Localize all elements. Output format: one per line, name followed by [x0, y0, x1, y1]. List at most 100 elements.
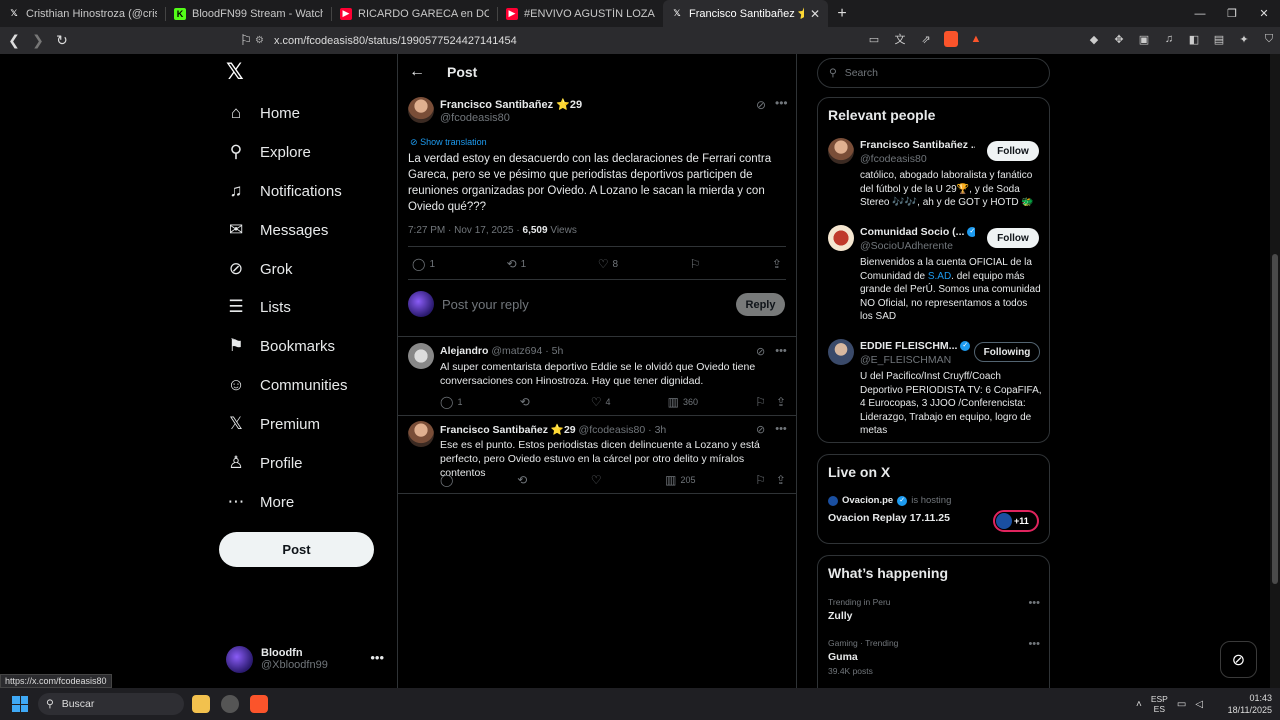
- browser-tab-1[interactable]: 𝕏 Cristhian Hinostroza (@crischasqui) /: [0, 0, 165, 27]
- post-timestamp[interactable]: 7:27 PM · Nov 17, 2025 ·: [408, 225, 523, 236]
- brave-browser-icon[interactable]: [250, 695, 268, 713]
- cast-icon[interactable]: ▭: [866, 31, 882, 47]
- nav-item-more[interactable]: ⋯ More: [226, 489, 295, 515]
- share-icon[interactable]: ⇪: [776, 395, 786, 409]
- bookmark-action[interactable]: ⚐: [690, 257, 701, 271]
- browser-tab-2[interactable]: K BloodFN99 Stream - Watch Live on K: [166, 0, 331, 27]
- nav-item-messages[interactable]: ✉ Messages: [226, 217, 329, 243]
- post-author-handle[interactable]: @fcodeasis80: [440, 112, 510, 124]
- app-icon[interactable]: [221, 695, 239, 713]
- screenshot-icon[interactable]: ▣: [1136, 31, 1152, 47]
- minimize-icon[interactable]: —: [1184, 0, 1216, 27]
- repost-action[interactable]: ⟲ 1: [507, 257, 527, 271]
- more-icon[interactable]: •••: [1028, 638, 1040, 650]
- views-action[interactable]: ▥ 205: [665, 473, 695, 487]
- reply-action[interactable]: ◯: [440, 473, 457, 487]
- live-listeners-badge[interactable]: +11: [993, 510, 1039, 532]
- clock[interactable]: 01:43 18/11/2025: [1222, 692, 1272, 716]
- reload-icon[interactable]: ↻: [52, 31, 72, 51]
- reply-author-name[interactable]: Alejandro: [440, 345, 488, 357]
- reply-post[interactable]: Francisco Santibañez ⭐29 @fcodeasis80 · …: [398, 415, 796, 493]
- share-action[interactable]: ⇪: [772, 257, 782, 271]
- translate-icon[interactable]: 文: [892, 31, 908, 47]
- page-scrollbar[interactable]: [1270, 54, 1280, 688]
- post-author-name[interactable]: Francisco Santibañez ⭐29: [440, 98, 582, 111]
- grok-explain-icon[interactable]: ⊘: [756, 345, 765, 358]
- follow-button[interactable]: Follow: [987, 141, 1039, 161]
- vpn-icon[interactable]: ⛉: [1261, 31, 1277, 47]
- site-info-icon[interactable]: ⚙: [255, 35, 264, 46]
- views-action[interactable]: ▥ 360: [668, 395, 698, 409]
- nav-item-home[interactable]: ⌂ Home: [226, 100, 300, 126]
- more-icon[interactable]: •••: [775, 96, 788, 110]
- person-name[interactable]: EDDIE FLEISCHM... ✓: [860, 340, 975, 352]
- avatar[interactable]: [408, 343, 434, 369]
- account-switcher[interactable]: Bloodfn @Xbloodfn99 •••: [226, 642, 386, 676]
- show-translation-link[interactable]: ⊘ Show translation: [410, 137, 487, 148]
- nav-item-explore[interactable]: ⚲ Explore: [226, 139, 311, 165]
- grok-floating-button[interactable]: ⊘: [1220, 641, 1257, 678]
- brave-shields-icon[interactable]: [944, 31, 958, 47]
- reply-post[interactable]: Alejandro @matz694 · 5h ⊘ ••• Al super co…: [398, 337, 796, 414]
- back-icon[interactable]: ❮: [4, 31, 24, 51]
- share-icon[interactable]: ⇪: [776, 473, 786, 487]
- post-button[interactable]: Post: [219, 532, 374, 567]
- grok-explain-icon[interactable]: ⊘: [756, 98, 766, 112]
- language-indicator[interactable]: ESP ES: [1151, 694, 1168, 714]
- avatar[interactable]: [828, 339, 854, 365]
- network-icon[interactable]: ▭: [1177, 699, 1186, 710]
- person-name[interactable]: Comunidad Socio (... ✓: [860, 226, 975, 238]
- person-card[interactable]: Comunidad Socio (... ✓ @SocioUAdherente …: [828, 225, 1041, 325]
- new-tab-button[interactable]: +: [828, 0, 856, 27]
- bookmark-icon[interactable]: ⚐: [755, 473, 766, 487]
- nav-item-notifications[interactable]: ♫ Notifications: [226, 178, 342, 204]
- back-arrow-icon[interactable]: ←: [409, 63, 425, 81]
- reply-action[interactable]: ◯ 1: [412, 257, 435, 271]
- nav-item-bookmarks[interactable]: ⚑ Bookmarks: [226, 333, 335, 359]
- trend-item[interactable]: Trending in Peru Zully •••: [828, 597, 1040, 622]
- like-action[interactable]: ♡: [591, 473, 606, 487]
- follow-button[interactable]: Follow: [987, 228, 1039, 248]
- nav-item-premium[interactable]: 𝕏 Premium: [226, 411, 320, 437]
- repost-action[interactable]: ⟲: [520, 395, 534, 409]
- more-icon[interactable]: •••: [1028, 597, 1040, 609]
- live-space-title[interactable]: Ovacion Replay 17.11.25: [828, 512, 950, 524]
- nav-item-communities[interactable]: ☺ Communities: [226, 372, 347, 398]
- wallet-icon[interactable]: ▤: [1211, 31, 1227, 47]
- more-icon[interactable]: •••: [775, 423, 787, 436]
- browser-tab-3[interactable]: ▶ RICARDO GARECA en DOBLE PUNTA: [332, 0, 497, 27]
- leo-ai-icon[interactable]: ✦: [1236, 31, 1252, 47]
- person-card[interactable]: EDDIE FLEISCHM... ✓ @E_FLEISCHMAN Follow…: [828, 339, 1042, 439]
- maximize-icon[interactable]: ❐: [1216, 0, 1248, 27]
- following-button[interactable]: Following: [974, 342, 1040, 362]
- avatar[interactable]: [408, 421, 434, 447]
- search-input[interactable]: ⚲ Search: [817, 58, 1050, 88]
- music-icon[interactable]: ♫: [1161, 31, 1177, 47]
- like-action[interactable]: ♡ 8: [598, 257, 618, 271]
- grok-explain-icon[interactable]: ⊘: [756, 423, 765, 436]
- browser-tab-4[interactable]: ▶ #ENVIVO AGUSTÍN LOZANO EN LA F: [498, 0, 663, 27]
- reply-button[interactable]: Reply: [736, 293, 785, 316]
- bookmark-page-icon[interactable]: ⚐: [236, 31, 256, 51]
- reply-action[interactable]: ◯ 1: [440, 395, 462, 409]
- extension-icon[interactable]: ◆: [1086, 31, 1102, 47]
- file-explorer-icon[interactable]: [192, 695, 210, 713]
- browser-tab-5-active[interactable]: 𝕏 Francisco Santibañez ⭐29 on X: ✕: [663, 0, 828, 27]
- bio-link[interactable]: S.AD: [928, 271, 951, 282]
- person-name[interactable]: Francisco Santibañez ...: [860, 139, 975, 151]
- live-host[interactable]: Ovacion.pe ✓ is hosting: [828, 495, 951, 506]
- reply-author-name[interactable]: Francisco Santibañez ⭐29: [440, 424, 576, 436]
- trend-item[interactable]: Gaming · Trending Guma 39.4K posts •••: [828, 638, 1040, 676]
- volume-icon[interactable]: ◁: [1195, 699, 1203, 710]
- sidebar-icon[interactable]: ◧: [1186, 31, 1202, 47]
- close-window-icon[interactable]: ✕: [1248, 0, 1280, 27]
- person-card[interactable]: Francisco Santibañez ... @fcodeasis80 Fo…: [828, 138, 1040, 213]
- avatar[interactable]: [828, 225, 854, 251]
- more-icon[interactable]: •••: [370, 650, 384, 665]
- repost-action[interactable]: ⟲: [517, 473, 531, 487]
- like-action[interactable]: ♡ 4: [591, 395, 611, 409]
- taskbar-search[interactable]: ⚲ Buscar: [38, 693, 184, 715]
- scrollbar-thumb[interactable]: [1272, 254, 1278, 584]
- avatar[interactable]: [828, 138, 854, 164]
- nav-item-grok[interactable]: ⊘ Grok: [226, 256, 293, 282]
